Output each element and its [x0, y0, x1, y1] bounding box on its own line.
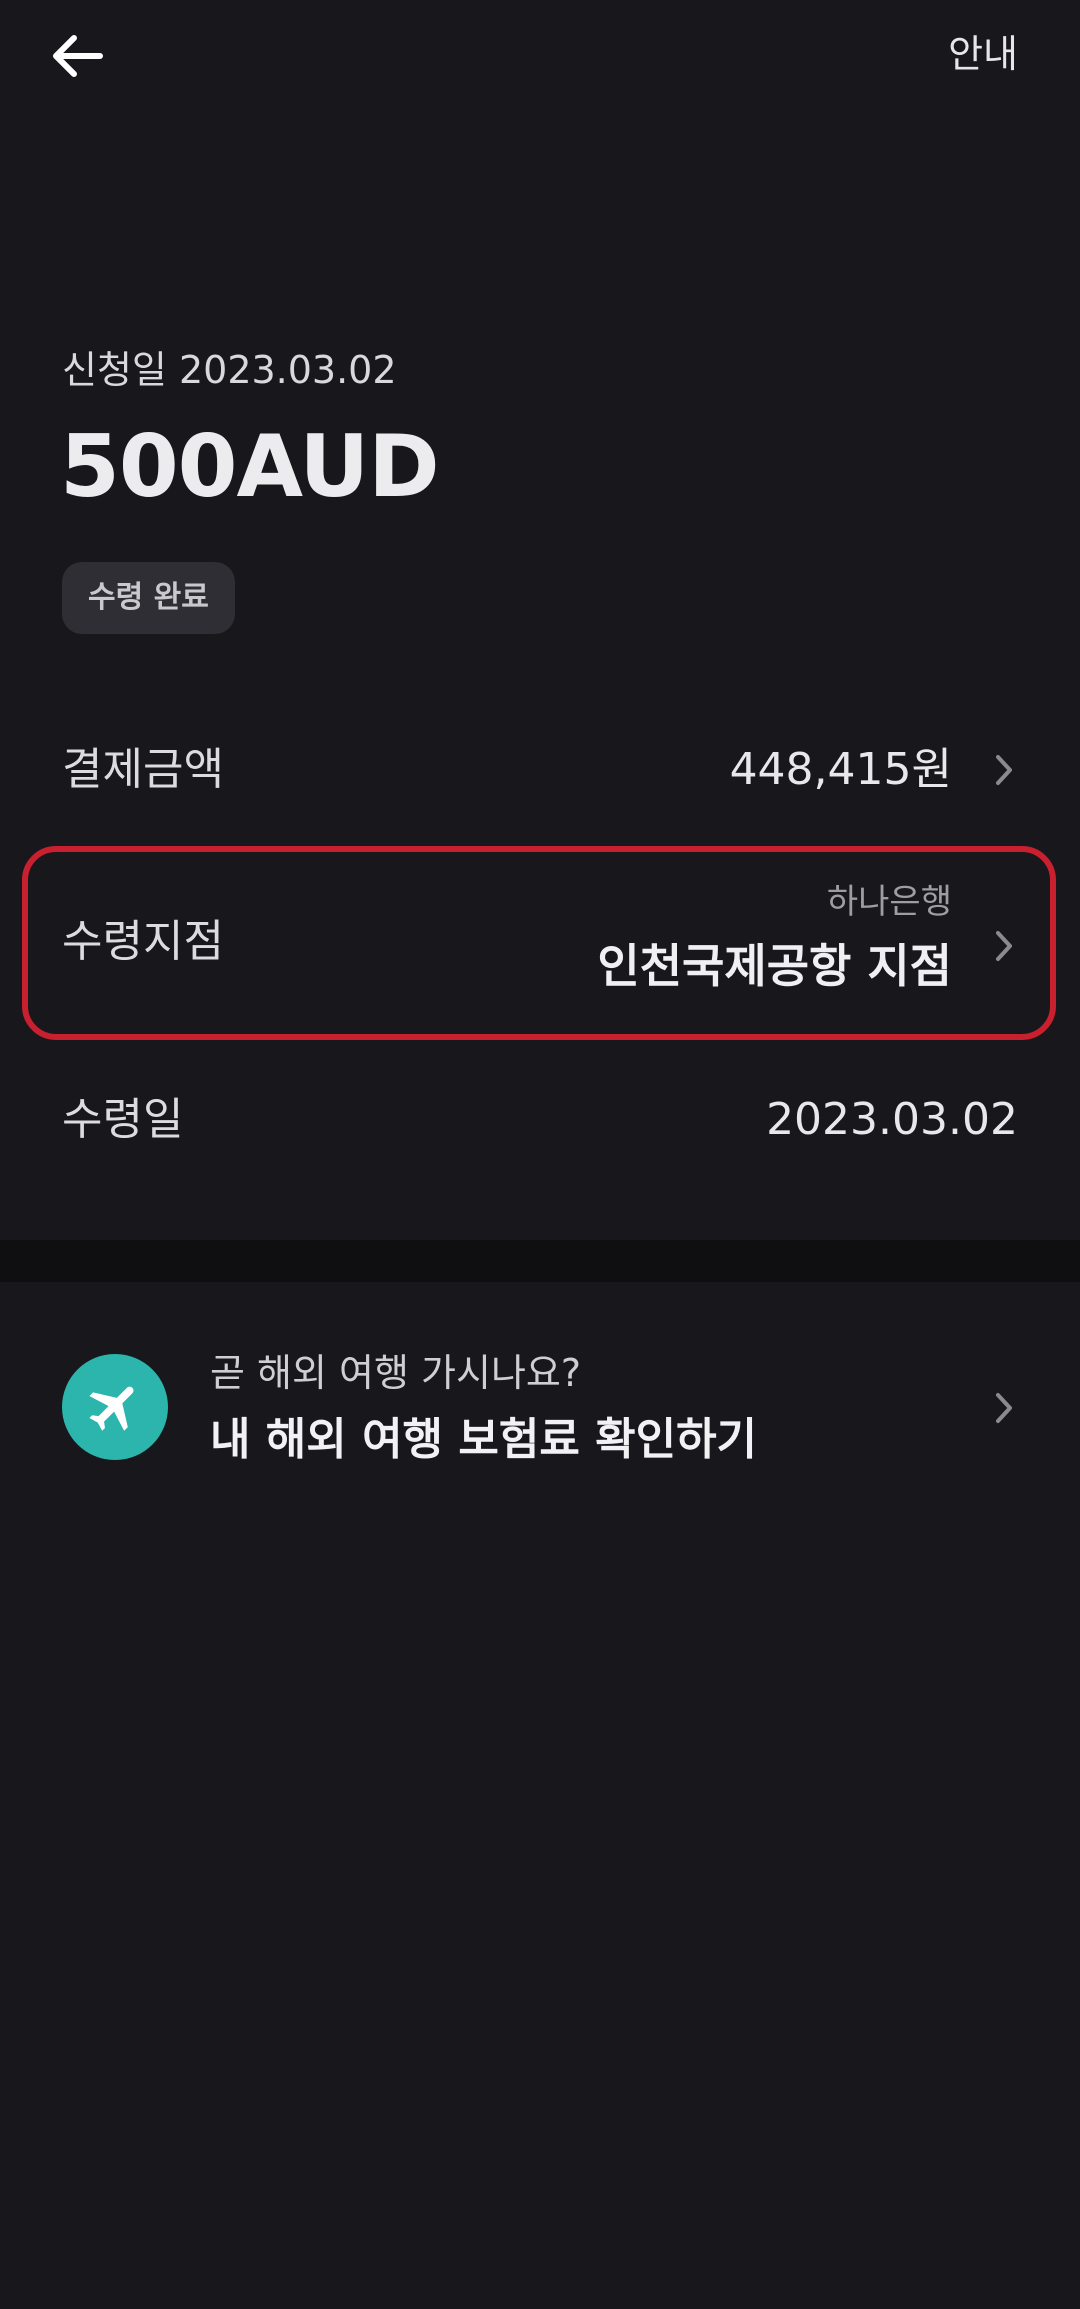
promo-icon-circle: [62, 1354, 168, 1460]
promo-title: 내 해외 여행 보험료 확인하기: [210, 1414, 758, 1465]
exchange-amount: 500AUD: [60, 417, 440, 517]
airplane-icon: [89, 1386, 134, 1431]
exchange-detail-screen: 안내 신청일 2023.03.02 500AUD 수령 완료 결제금액 448,…: [0, 0, 1080, 2309]
arrow-left-icon: [53, 35, 103, 77]
travel-insurance-banner[interactable]: 곧 해외 여행 가시나요? 내 해외 여행 보험료 확인하기: [0, 1330, 1080, 1490]
section-divider: [0, 1240, 1080, 1282]
back-button[interactable]: [40, 22, 112, 90]
bank-name: 하나은행: [826, 882, 952, 922]
pickup-branch-label: 수령지점: [62, 916, 224, 967]
pickup-branch-row[interactable]: 수령지점 하나은행 인천국제공항 지점: [0, 844, 1080, 1044]
top-bar: 안내: [0, 0, 1080, 112]
receive-date-label: 수령일: [62, 1094, 184, 1145]
payment-amount-value: 448,415원: [729, 744, 952, 795]
receive-date-value: 2023.03.02: [766, 1094, 1018, 1145]
payment-amount-label: 결제금액: [62, 744, 224, 795]
info-link[interactable]: 안내: [948, 26, 1018, 82]
receive-date-row: 수령일 2023.03.02: [0, 1092, 1080, 1192]
payment-amount-row[interactable]: 결제금액 448,415원: [0, 720, 1080, 820]
promo-subtitle: 곧 해외 여행 가시나요?: [210, 1351, 582, 1395]
apply-date: 신청일 2023.03.02: [62, 348, 397, 392]
chevron-right-icon: [996, 1393, 1012, 1423]
chevron-right-icon: [996, 755, 1012, 785]
status-badge: 수령 완료: [62, 562, 235, 634]
chevron-right-icon: [996, 931, 1012, 961]
branch-name: 인천국제공항 지점: [597, 939, 952, 993]
